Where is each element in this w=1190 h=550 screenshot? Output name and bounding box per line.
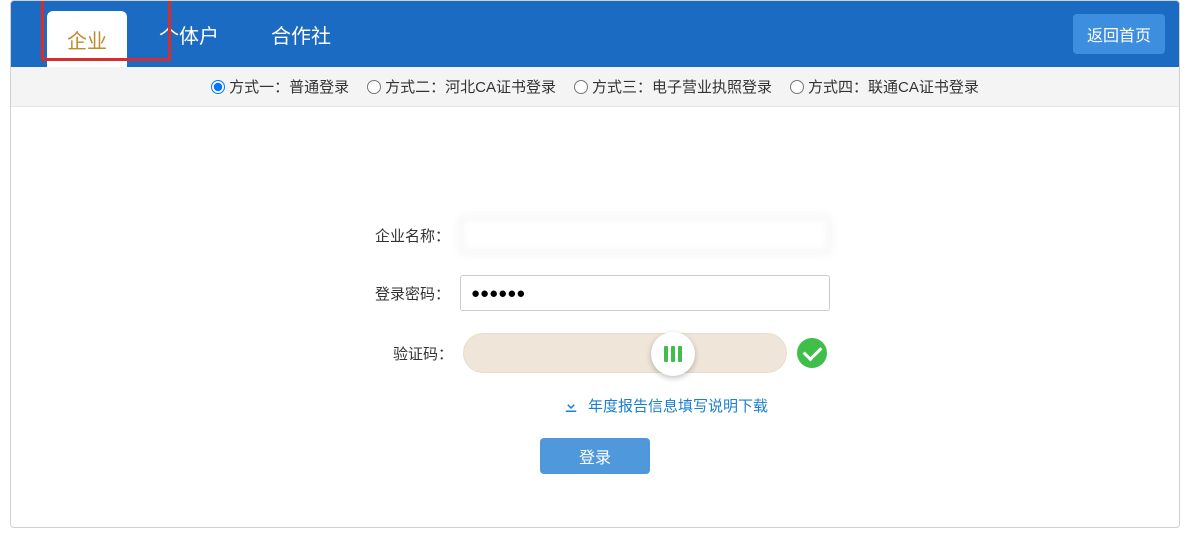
check-success-icon bbox=[797, 338, 827, 368]
company-name-input[interactable] bbox=[460, 217, 830, 253]
tabs: 企业 个体户 合作社 bbox=[11, 1, 363, 67]
radio-unicom-ca[interactable] bbox=[790, 80, 804, 94]
row-company-name: 企业名称： bbox=[360, 217, 830, 253]
slider-track[interactable] bbox=[463, 333, 787, 373]
home-button[interactable]: 返回首页 bbox=[1073, 14, 1165, 54]
captcha-label: 验证码： bbox=[363, 343, 463, 364]
download-row: 年度报告信息填写说明下载 bbox=[562, 395, 768, 416]
radio-elicense[interactable] bbox=[574, 80, 588, 94]
tab-enterprise[interactable]: 企业 bbox=[47, 11, 127, 67]
login-method-label: 方式一：普通登录 bbox=[229, 76, 349, 97]
login-method-nav: 方式一：普通登录 方式二：河北CA证书登录 方式三：电子营业执照登录 方式四：联… bbox=[11, 67, 1179, 107]
login-method-hebei-ca[interactable]: 方式二：河北CA证书登录 bbox=[367, 76, 556, 97]
slider-handle[interactable] bbox=[651, 332, 695, 376]
slider-wrap bbox=[463, 333, 827, 373]
login-method-label: 方式四：联通CA证书登录 bbox=[808, 76, 979, 97]
row-captcha: 验证码： bbox=[363, 333, 827, 373]
slider-bars-icon bbox=[664, 346, 682, 362]
login-method-unicom-ca[interactable]: 方式四：联通CA证书登录 bbox=[790, 76, 979, 97]
login-method-normal[interactable]: 方式一：普通登录 bbox=[211, 76, 349, 97]
tab-cooperative[interactable]: 合作社 bbox=[251, 6, 351, 62]
login-form: 企业名称： 登录密码： 验证码： 年度报告信息填写说明下载 bbox=[11, 107, 1179, 527]
row-password: 登录密码： bbox=[360, 275, 830, 311]
download-icon bbox=[562, 397, 580, 415]
login-method-label: 方式二：河北CA证书登录 bbox=[385, 76, 556, 97]
radio-hebei-ca[interactable] bbox=[367, 80, 381, 94]
login-method-label: 方式三：电子营业执照登录 bbox=[592, 76, 772, 97]
header-bar: 企业 个体户 合作社 返回首页 bbox=[11, 1, 1179, 67]
tab-individual[interactable]: 个体户 bbox=[139, 6, 239, 62]
radio-normal[interactable] bbox=[211, 80, 225, 94]
password-label: 登录密码： bbox=[360, 283, 460, 304]
login-button[interactable]: 登录 bbox=[540, 438, 650, 474]
download-link[interactable]: 年度报告信息填写说明下载 bbox=[588, 395, 768, 416]
login-method-elicense[interactable]: 方式三：电子营业执照登录 bbox=[574, 76, 772, 97]
password-input[interactable] bbox=[460, 275, 830, 311]
company-name-label: 企业名称： bbox=[360, 225, 460, 246]
